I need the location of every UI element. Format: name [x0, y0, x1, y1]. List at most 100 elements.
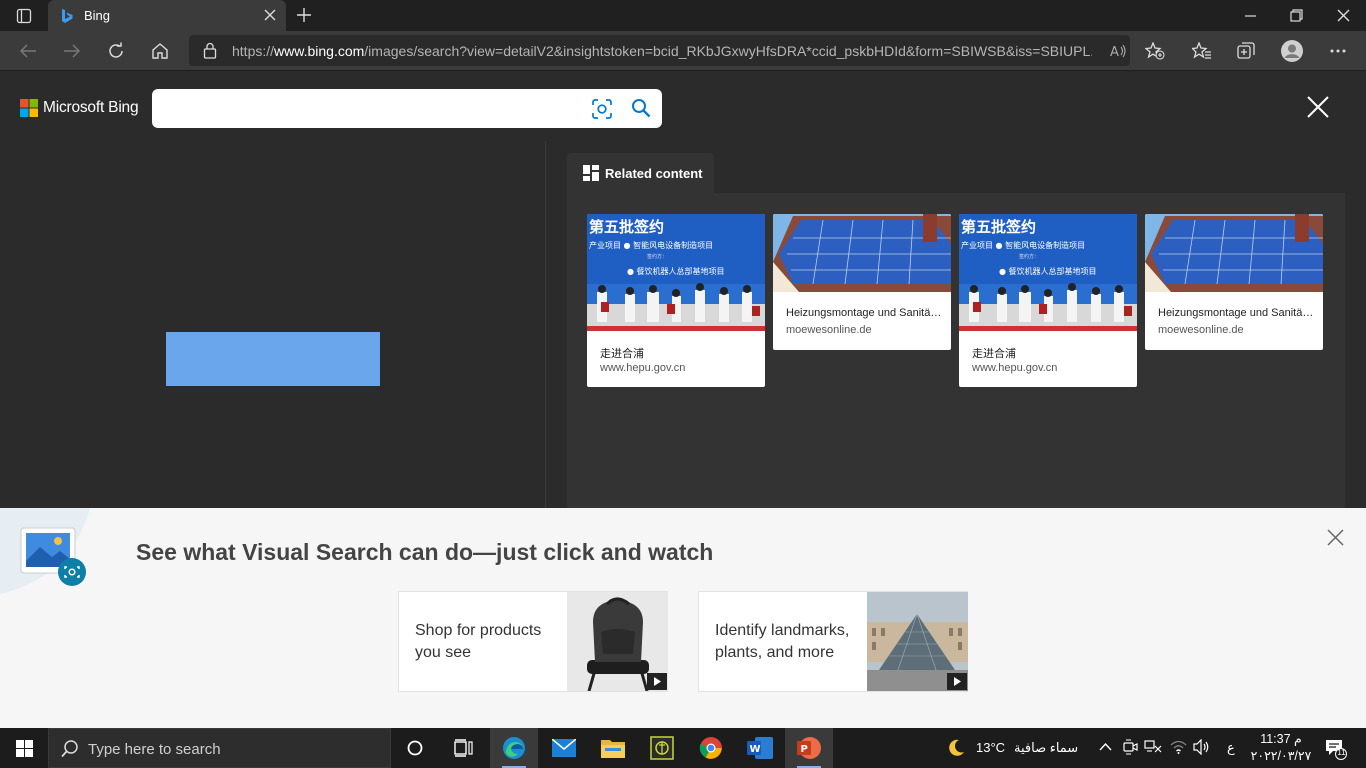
- solar-roof-image[interactable]: [1145, 214, 1323, 292]
- svg-text:产业项目 ● 智能风电设备制造项目: 产业项目 ● 智能风电设备制造项目: [589, 240, 713, 250]
- tab-actions-icon[interactable]: [16, 8, 32, 24]
- svg-text:第五批签约: 第五批签约: [961, 218, 1036, 236]
- related-content-icon: [583, 165, 599, 181]
- tab-related-content[interactable]: Related content: [567, 153, 714, 193]
- minimize-icon[interactable]: [1245, 10, 1257, 22]
- browser-tab-bing[interactable]: Bing: [48, 0, 286, 31]
- backpack-image[interactable]: [567, 592, 668, 691]
- settings-more-icon[interactable]: [1330, 49, 1346, 53]
- svg-text:签约方：: 签约方：: [1019, 253, 1039, 260]
- identify-landmarks-video-card[interactable]: Identify landmarks, plants, and more: [698, 591, 968, 692]
- url-text[interactable]: https://www.bing.com/images/search?view=…: [232, 43, 1092, 59]
- network-adapter-icon[interactable]: [1144, 740, 1162, 754]
- related-card-site: www.hepu.gov.cn: [600, 362, 686, 374]
- uploaded-image-placeholder[interactable]: [166, 332, 380, 386]
- lock-icon[interactable]: [203, 42, 217, 59]
- related-content-label: Related content: [605, 166, 703, 181]
- folder-icon: [601, 740, 625, 758]
- cortana-icon[interactable]: [407, 740, 423, 756]
- tab-title: Bing: [84, 8, 111, 23]
- powerpoint-taskbar-button[interactable]: P: [785, 728, 833, 768]
- meet-now-icon[interactable]: [1122, 739, 1138, 756]
- svg-text:第五批签约: 第五批签约: [589, 218, 664, 236]
- svg-text:W: W: [750, 744, 761, 755]
- clock[interactable]: م 11:37 ٢٠٢٢/٠٣/٢٧: [1250, 731, 1312, 763]
- mail-taskbar-button[interactable]: [540, 728, 588, 768]
- taskbar-search-placeholder[interactable]: Type here to search: [88, 741, 221, 758]
- solar-roof-image[interactable]: [773, 214, 951, 292]
- favorites-icon[interactable]: [1192, 42, 1212, 60]
- search-input[interactable]: [166, 99, 586, 116]
- moon-icon[interactable]: [946, 738, 966, 758]
- profile-avatar-icon[interactable]: [1281, 40, 1303, 62]
- search-icon[interactable]: [631, 98, 651, 118]
- video-card-label[interactable]: Shop for products you see: [415, 620, 560, 664]
- edge-icon: [503, 737, 525, 759]
- shop-products-video-card[interactable]: Shop for products you see: [398, 591, 668, 692]
- mail-icon: [552, 739, 576, 757]
- video-card-label[interactable]: Identify landmarks, plants, and more: [715, 620, 860, 664]
- refresh-icon[interactable]: [107, 42, 125, 60]
- add-favorite-icon[interactable]: [1145, 42, 1165, 60]
- app-taskbar-button[interactable]: [638, 728, 686, 768]
- related-card[interactable]: Heizungsmontage und Sanitä… moewesonline…: [773, 214, 951, 350]
- home-icon[interactable]: [151, 42, 169, 60]
- related-card[interactable]: 第五批签约 产业项目 ● 智能风电设备制造项目 签约方： ● 餐饮机器人总部基地…: [587, 214, 765, 387]
- clock-date: ٢٠٢٢/٠٣/٢٧: [1250, 749, 1312, 763]
- volume-icon[interactable]: [1193, 739, 1210, 755]
- taskbar-search-box[interactable]: Type here to search: [48, 728, 391, 768]
- chrome-taskbar-button[interactable]: [687, 728, 735, 768]
- svg-text:● 餐饮机器人总部基地项目: ● 餐饮机器人总部基地项目: [999, 266, 1097, 276]
- visual-search-promo-banner: See what Visual Search can do—just click…: [0, 508, 1366, 728]
- file-explorer-taskbar-button[interactable]: [589, 728, 637, 768]
- restore-icon[interactable]: [1290, 9, 1303, 22]
- task-view-icon[interactable]: [454, 739, 473, 757]
- play-icon[interactable]: [647, 673, 667, 690]
- microsoft-logo-icon[interactable]: [20, 99, 38, 117]
- browser-toolbar: https://www.bing.com/images/search?view=…: [0, 31, 1366, 71]
- clock-time: م 11:37: [1260, 732, 1302, 746]
- address-bar[interactable]: https://www.bing.com/images/search?view=…: [189, 35, 1130, 66]
- windows-taskbar: Type here to search W P 13°C سماء صافية …: [0, 728, 1366, 768]
- louvre-pyramid-image[interactable]: [867, 592, 968, 691]
- edge-taskbar-button[interactable]: [490, 728, 538, 768]
- image-preview-pane: [0, 141, 546, 508]
- related-card-title[interactable]: 走进合浦: [972, 345, 1128, 361]
- close-banner-icon[interactable]: [1327, 529, 1344, 546]
- related-card[interactable]: 第五批签约 产业项目 ● 智能风电设备制造项目 签约方： ● 餐饮机器人总部基地…: [959, 214, 1137, 387]
- chevron-up-icon[interactable]: [1099, 742, 1112, 751]
- related-card[interactable]: Heizungsmontage und Sanitä… moewesonline…: [1145, 214, 1323, 350]
- play-icon[interactable]: [947, 673, 967, 690]
- back-icon[interactable]: [19, 43, 37, 59]
- new-tab-icon[interactable]: [296, 7, 312, 23]
- svg-text:● 餐饮机器人总部基地项目: ● 餐饮机器人总部基地项目: [627, 266, 725, 276]
- visual-search-icon[interactable]: [592, 99, 612, 119]
- related-card-title[interactable]: Heizungsmontage und Sanitä…: [1158, 307, 1314, 319]
- search-box[interactable]: [152, 89, 662, 128]
- notifications-icon[interactable]: 11: [1325, 738, 1347, 760]
- svg-text:产业项目 ● 智能风电设备制造项目: 产业项目 ● 智能风电设备制造项目: [961, 240, 1085, 250]
- language-indicator[interactable]: ع: [1227, 740, 1235, 756]
- read-aloud-icon[interactable]: A: [1110, 43, 1128, 59]
- ceremony-image[interactable]: 第五批签约 产业项目 ● 智能风电设备制造项目 签约方： ● 餐饮机器人总部基地…: [587, 214, 765, 331]
- wifi-icon[interactable]: [1170, 739, 1187, 754]
- related-card-site: www.hepu.gov.cn: [972, 362, 1058, 374]
- bing-brand[interactable]: Microsoft Bing: [43, 99, 139, 117]
- svg-text:签约方：: 签约方：: [647, 253, 667, 260]
- ceremony-image[interactable]: 第五批签约 产业项目 ● 智能风电设备制造项目 签约方： ● 餐饮机器人总部基地…: [959, 214, 1137, 331]
- search-icon: [61, 740, 79, 758]
- related-card-site: moewesonline.de: [1158, 324, 1244, 336]
- related-card-title[interactable]: 走进合浦: [600, 345, 756, 361]
- temperature[interactable]: 13°C: [976, 740, 1005, 755]
- collections-icon[interactable]: [1237, 42, 1255, 60]
- word-taskbar-button[interactable]: W: [736, 728, 784, 768]
- windows-start-icon[interactable]: [16, 740, 33, 757]
- visual-search-headline: See what Visual Search can do—just click…: [136, 539, 714, 565]
- weather-text[interactable]: سماء صافية: [1014, 740, 1078, 756]
- close-detail-icon[interactable]: [1307, 96, 1329, 118]
- close-window-icon[interactable]: [1337, 9, 1350, 22]
- related-card-title[interactable]: Heizungsmontage und Sanitä…: [786, 307, 942, 319]
- forward-icon[interactable]: [63, 43, 81, 59]
- close-tab-icon[interactable]: [264, 9, 276, 21]
- notification-count: 11: [1337, 748, 1346, 757]
